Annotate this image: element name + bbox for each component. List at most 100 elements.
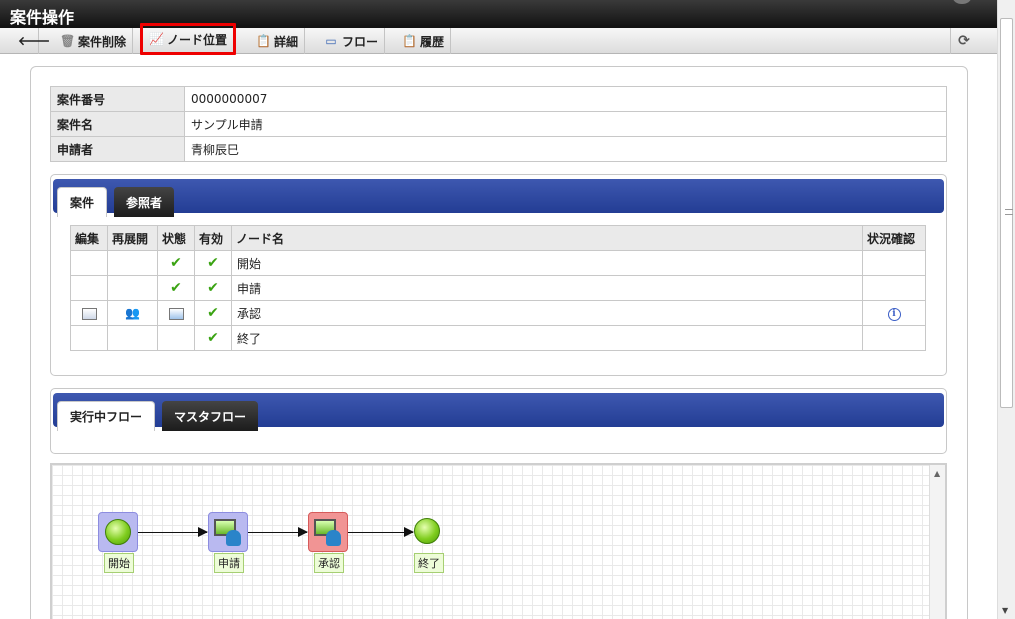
scroll-down-icon[interactable]: ▼: [1002, 606, 1008, 615]
start-node-icon: [105, 519, 131, 545]
flow-node-label: 承認: [314, 553, 344, 573]
info-value: サンプル申請: [184, 111, 947, 137]
history-button[interactable]: 📋 履歴: [396, 28, 452, 54]
flow-canvas[interactable]: ▲ 開始 申請 承認 終了: [50, 463, 947, 619]
cell-valid: ✔: [194, 250, 232, 276]
flow-icon: ▭: [325, 34, 337, 48]
reexpand-users-icon[interactable]: 👥: [125, 306, 140, 320]
table-row: 👥 ✔ 承認 i: [70, 300, 926, 326]
delete-case-label: 案件削除: [78, 34, 127, 49]
refresh-icon: ⟳: [958, 33, 970, 49]
column-header-state: 状態: [157, 225, 195, 251]
detail-button[interactable]: 📋 詳細: [250, 28, 306, 54]
case-tab-bar: 案件 参照者: [53, 179, 944, 217]
cell-valid: ✔: [194, 300, 232, 326]
grip-icon: [1005, 209, 1013, 215]
check-icon: ✔: [207, 330, 219, 346]
info-row: 申請者 青柳辰巳: [50, 136, 947, 162]
cell-edit: [70, 325, 108, 351]
flow-tab-box: 実行中フロー マスタフロー: [50, 388, 947, 454]
edit-icon[interactable]: [81, 307, 97, 320]
trash-icon: 🗑: [60, 34, 76, 48]
page-scrollbar[interactable]: ▼: [997, 0, 1015, 619]
node-table: 編集 再展開 状態 有効 ノード名 状況確認 ✔ ✔ 開始 ✔ ✔ 申請 👥 ✔…: [70, 225, 926, 351]
document-icon: 📋: [256, 34, 271, 48]
node-position-button[interactable]: 📈 ノード位置: [140, 23, 237, 55]
scrollbar-thumb[interactable]: [1000, 18, 1013, 408]
info-key: 案件番号: [50, 86, 185, 112]
flow-node-label: 終了: [414, 553, 444, 573]
detail-label: 詳細: [274, 34, 299, 49]
check-icon: ✔: [170, 280, 182, 296]
check-icon: ✔: [207, 305, 219, 321]
info-key: 申請者: [50, 136, 185, 162]
cell-reexpand: 👥: [107, 300, 158, 326]
history-label: 履歴: [420, 34, 445, 49]
info-row: 案件名 サンプル申請: [50, 111, 947, 137]
flow-tab-bar: 実行中フロー マスタフロー: [53, 393, 944, 431]
cell-state: [157, 325, 195, 351]
left-arrow-icon: 🡐: [18, 34, 51, 48]
user-task-icon: [213, 517, 243, 547]
cell-status-check: i: [862, 300, 926, 326]
delete-case-button[interactable]: 🗑 案件削除: [54, 28, 134, 54]
flow-arrow: [348, 527, 414, 537]
tab-master-flow[interactable]: マスタフロー: [162, 401, 259, 431]
cell-status-check: [862, 250, 926, 276]
cell-reexpand: [107, 275, 158, 301]
end-node-icon: [414, 518, 440, 544]
column-header-valid: 有効: [194, 225, 232, 251]
cell-valid: ✔: [194, 275, 232, 301]
table-row: ✔ ✔ 開始: [70, 250, 926, 276]
canvas-scrollbar[interactable]: ▲: [929, 465, 945, 619]
window-title: 案件操作: [10, 8, 75, 27]
info-row: 案件番号 0000000007: [50, 86, 947, 112]
cell-state: [157, 300, 195, 326]
cell-state: ✔: [157, 250, 195, 276]
node-table-header: 編集 再展開 状態 有効 ノード名 状況確認: [70, 225, 926, 251]
info-key: 案件名: [50, 111, 185, 137]
refresh-button[interactable]: ⟳: [950, 28, 977, 54]
table-row: ✔ 終了: [70, 325, 926, 351]
tab-case[interactable]: 案件: [57, 187, 108, 217]
scroll-up-icon[interactable]: ▲: [934, 469, 940, 478]
flow-arrow: [138, 527, 208, 537]
tab-referrers[interactable]: 参照者: [114, 187, 175, 217]
case-info-table: 案件番号 0000000007 案件名 サンプル申請 申請者 青柳辰巳: [50, 86, 947, 162]
cell-reexpand: [107, 325, 158, 351]
check-icon: ✔: [207, 280, 219, 296]
check-icon: ✔: [207, 255, 219, 271]
cell-status-check: [862, 325, 926, 351]
cell-edit: [70, 275, 108, 301]
info-value: 青柳辰巳: [184, 136, 947, 162]
cell-node-name: 申請: [231, 275, 863, 301]
tab-running-flow[interactable]: 実行中フロー: [57, 401, 156, 431]
flow-node-apply[interactable]: [208, 512, 248, 552]
column-header-edit: 編集: [70, 225, 108, 251]
info-value: 0000000007: [184, 86, 947, 112]
node-position-label: ノード位置: [167, 32, 228, 47]
window-control[interactable]: [953, 0, 971, 4]
back-button[interactable]: 🡐: [12, 28, 51, 54]
flow-node-start[interactable]: [98, 512, 138, 552]
cell-node-name: 終了: [231, 325, 863, 351]
history-icon: 📋: [402, 34, 417, 48]
toolbar: 🡐 🗑 案件削除 📈 ノード位置 📋 詳細 ▭ フロー 📋 履歴 ⟳: [0, 23, 997, 55]
process-icon[interactable]: [168, 307, 184, 320]
cell-reexpand: [107, 250, 158, 276]
node-position-icon: 📈: [149, 32, 164, 46]
info-icon[interactable]: i: [887, 308, 901, 321]
flow-node-label: 申請: [214, 553, 244, 573]
column-header-reexpand: 再展開: [107, 225, 158, 251]
cell-state: ✔: [157, 275, 195, 301]
cell-node-name: 開始: [231, 250, 863, 276]
flow-node-approve[interactable]: [308, 512, 348, 552]
column-header-status-check: 状況確認: [862, 225, 926, 251]
user-task-icon: [313, 517, 343, 547]
flow-node-label: 開始: [104, 553, 134, 573]
flow-button[interactable]: ▭ フロー: [318, 28, 386, 54]
cell-edit: [70, 250, 108, 276]
cell-status-check: [862, 275, 926, 301]
flow-node-end[interactable]: [414, 518, 440, 544]
table-row: ✔ ✔ 申請: [70, 275, 926, 301]
